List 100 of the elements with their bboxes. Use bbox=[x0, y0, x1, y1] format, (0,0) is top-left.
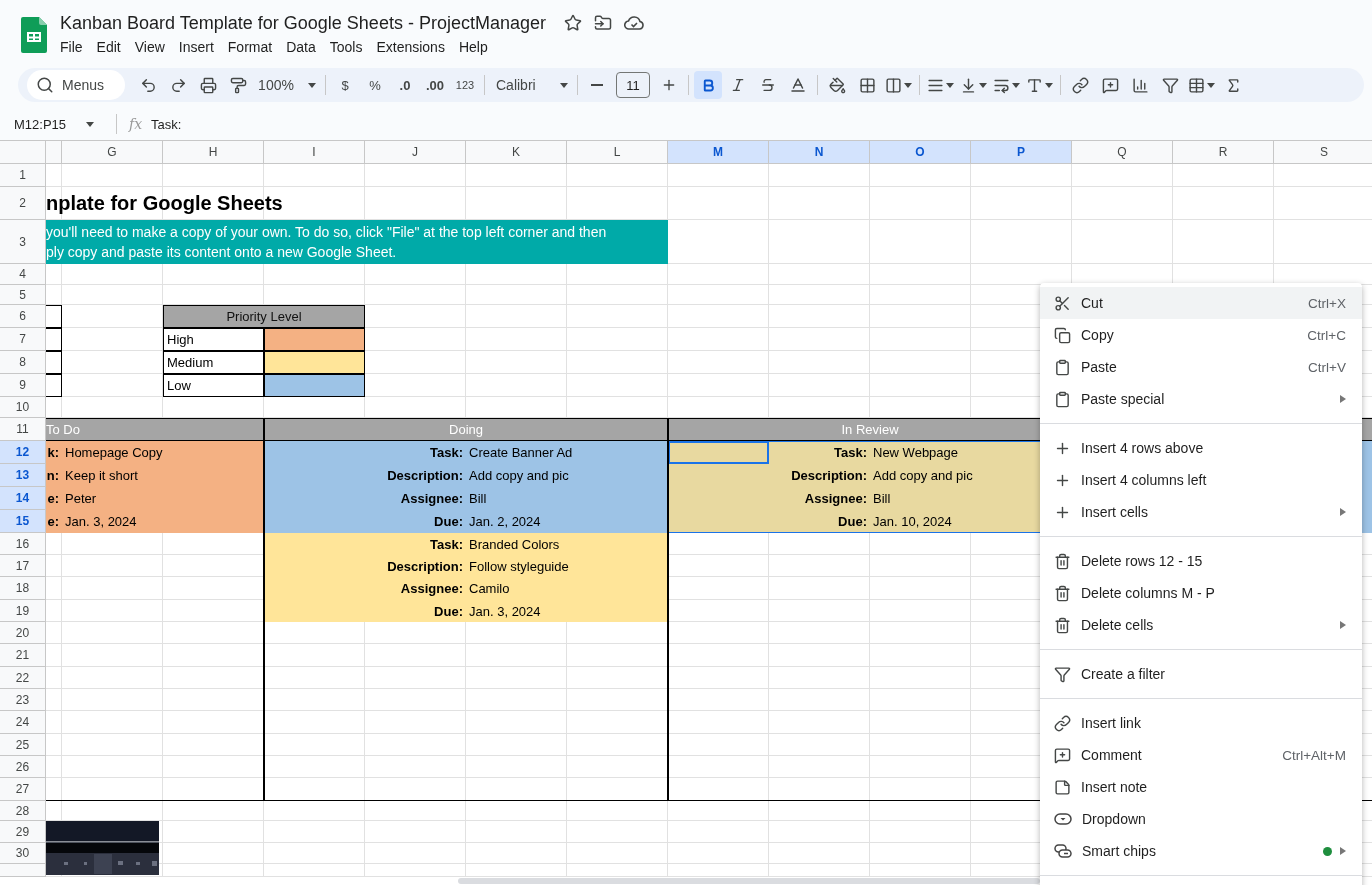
chips-icon bbox=[1054, 842, 1072, 860]
column-header[interactable]: M bbox=[668, 141, 769, 164]
column-header[interactable]: N bbox=[769, 141, 870, 164]
plus-icon bbox=[661, 77, 677, 93]
increase-decimals-button[interactable]: .00 bbox=[421, 71, 449, 99]
context-menu-item[interactable]: Create a filter bbox=[1040, 658, 1362, 690]
menu-item[interactable]: Insert bbox=[171, 37, 221, 57]
context-menu-item[interactable]: Copy Ctrl+C bbox=[1040, 319, 1362, 351]
row-header[interactable]: 10 bbox=[0, 397, 46, 418]
context-menu-item[interactable]: Delete cells bbox=[1040, 609, 1362, 641]
row-header[interactable]: 30 bbox=[0, 843, 46, 864]
field-label: Assignee: bbox=[804, 490, 868, 508]
field-label: Due: bbox=[434, 513, 464, 531]
column-header[interactable]: S bbox=[1274, 141, 1372, 164]
row-header[interactable]: 24 bbox=[0, 711, 46, 734]
row-header[interactable]: 7 bbox=[0, 328, 46, 351]
context-menu-item[interactable]: Insert 4 columns left bbox=[1040, 464, 1362, 496]
row-header[interactable]: 13 bbox=[0, 464, 46, 487]
row-header[interactable]: 12 bbox=[0, 441, 46, 464]
column-header[interactable]: G bbox=[62, 141, 163, 164]
zoom-dropdown[interactable]: 100% bbox=[254, 71, 320, 99]
row-header[interactable]: 6 bbox=[0, 305, 46, 328]
percent-button[interactable]: % bbox=[361, 71, 389, 99]
context-menu-item[interactable]: Paste Ctrl+V bbox=[1040, 351, 1362, 383]
context-menu-item[interactable]: Insert link bbox=[1040, 707, 1362, 739]
row-header[interactable]: 21 bbox=[0, 644, 46, 667]
number-format-button[interactable]: 123 bbox=[451, 71, 479, 99]
row-header[interactable]: 29 bbox=[0, 821, 46, 843]
menu-item[interactable]: File bbox=[53, 37, 90, 57]
menu-item[interactable]: View bbox=[127, 37, 172, 57]
column-header[interactable]: P bbox=[971, 141, 1072, 164]
folder-icon bbox=[593, 14, 612, 32]
row-header[interactable]: 22 bbox=[0, 667, 46, 689]
row-header[interactable]: 20 bbox=[0, 622, 46, 644]
row-header[interactable]: 5 bbox=[0, 285, 46, 305]
font-size-field[interactable]: 11 bbox=[616, 72, 650, 98]
decrease-decimals-button[interactable]: .0 bbox=[391, 71, 419, 99]
field-value: Follow styleguide bbox=[469, 557, 569, 576]
column-header[interactable]: K bbox=[466, 141, 567, 164]
row-header[interactable]: 19 bbox=[0, 600, 46, 622]
field-value: Add copy and pic bbox=[873, 467, 973, 485]
menu-item[interactable]: Help bbox=[451, 37, 495, 57]
bold-button[interactable] bbox=[694, 71, 722, 99]
context-menu-item[interactable]: Comment Ctrl+Alt+M bbox=[1040, 739, 1362, 771]
menu-item[interactable]: Data bbox=[279, 37, 323, 57]
row-header[interactable]: 1 bbox=[0, 164, 46, 187]
row-header[interactable]: 17 bbox=[0, 555, 46, 577]
context-menu-item[interactable]: Insert cells bbox=[1040, 496, 1362, 528]
column-header[interactable]: L bbox=[567, 141, 668, 164]
row-header[interactable]: 11 bbox=[0, 418, 46, 441]
font-dropdown[interactable]: Calibri bbox=[490, 71, 572, 99]
menu-item[interactable]: Tools bbox=[322, 37, 370, 57]
column-header[interactable]: I bbox=[264, 141, 365, 164]
table-cell bbox=[46, 351, 62, 374]
context-menu-item[interactable]: Paste special bbox=[1040, 383, 1362, 415]
row-header[interactable]: 26 bbox=[0, 756, 46, 778]
caret-icon bbox=[979, 82, 987, 88]
row-header[interactable]: 28 bbox=[0, 801, 46, 821]
document-title[interactable]: Kanban Board Template for Google Sheets - ProjectManager bbox=[60, 12, 546, 34]
column-header[interactable]: J bbox=[365, 141, 466, 164]
caret-icon bbox=[946, 82, 954, 88]
horizontal-scrollbar[interactable] bbox=[458, 878, 1040, 884]
row-header[interactable]: 8 bbox=[0, 351, 46, 374]
menu-item[interactable]: Format bbox=[220, 37, 280, 57]
row-header[interactable]: 25 bbox=[0, 734, 46, 756]
link-icon bbox=[1071, 76, 1089, 94]
row-header[interactable]: 14 bbox=[0, 487, 46, 510]
name-box[interactable]: M12:P15 bbox=[14, 116, 104, 132]
context-menu-item[interactable]: Delete rows 12 - 15 bbox=[1040, 545, 1362, 577]
field-label: Task: bbox=[430, 444, 464, 462]
row-header[interactable]: 18 bbox=[0, 577, 46, 600]
menus-search-field[interactable]: Menus bbox=[27, 70, 125, 100]
context-menu-item[interactable]: Dropdown bbox=[1040, 803, 1362, 835]
context-menu-item[interactable]: Cut Ctrl+X bbox=[1040, 287, 1362, 319]
column-header[interactable]: H bbox=[163, 141, 264, 164]
grid-icon bbox=[858, 76, 876, 94]
table-cell bbox=[46, 305, 62, 328]
field-value: New Webpage bbox=[873, 444, 959, 462]
row-header[interactable]: 4 bbox=[0, 264, 46, 285]
column-header[interactable]: O bbox=[870, 141, 971, 164]
row-header[interactable]: 3 bbox=[0, 220, 46, 264]
column-header[interactable]: Q bbox=[1072, 141, 1173, 164]
row-header[interactable]: 23 bbox=[0, 689, 46, 711]
caret-icon bbox=[1207, 82, 1215, 88]
currency-button[interactable]: $ bbox=[331, 71, 359, 99]
minus-icon bbox=[591, 84, 603, 86]
menu-item[interactable]: Edit bbox=[89, 37, 128, 57]
context-menu-item[interactable]: Smart chips bbox=[1040, 835, 1362, 867]
row-header[interactable]: 27 bbox=[0, 778, 46, 801]
row-header[interactable]: 15 bbox=[0, 510, 46, 533]
context-menu-item[interactable]: Insert note bbox=[1040, 771, 1362, 803]
row-header[interactable]: 16 bbox=[0, 533, 46, 555]
row-header[interactable]: 2 bbox=[0, 187, 46, 220]
field-value: Bill bbox=[469, 490, 487, 508]
row-header[interactable]: 9 bbox=[0, 374, 46, 397]
column-header[interactable]: R bbox=[1173, 141, 1274, 164]
menu-item[interactable]: Extensions bbox=[369, 37, 452, 57]
text-color-icon bbox=[789, 76, 807, 94]
context-menu-item[interactable]: Delete columns M - P bbox=[1040, 577, 1362, 609]
formula-field[interactable]: Task: bbox=[151, 116, 182, 132]
